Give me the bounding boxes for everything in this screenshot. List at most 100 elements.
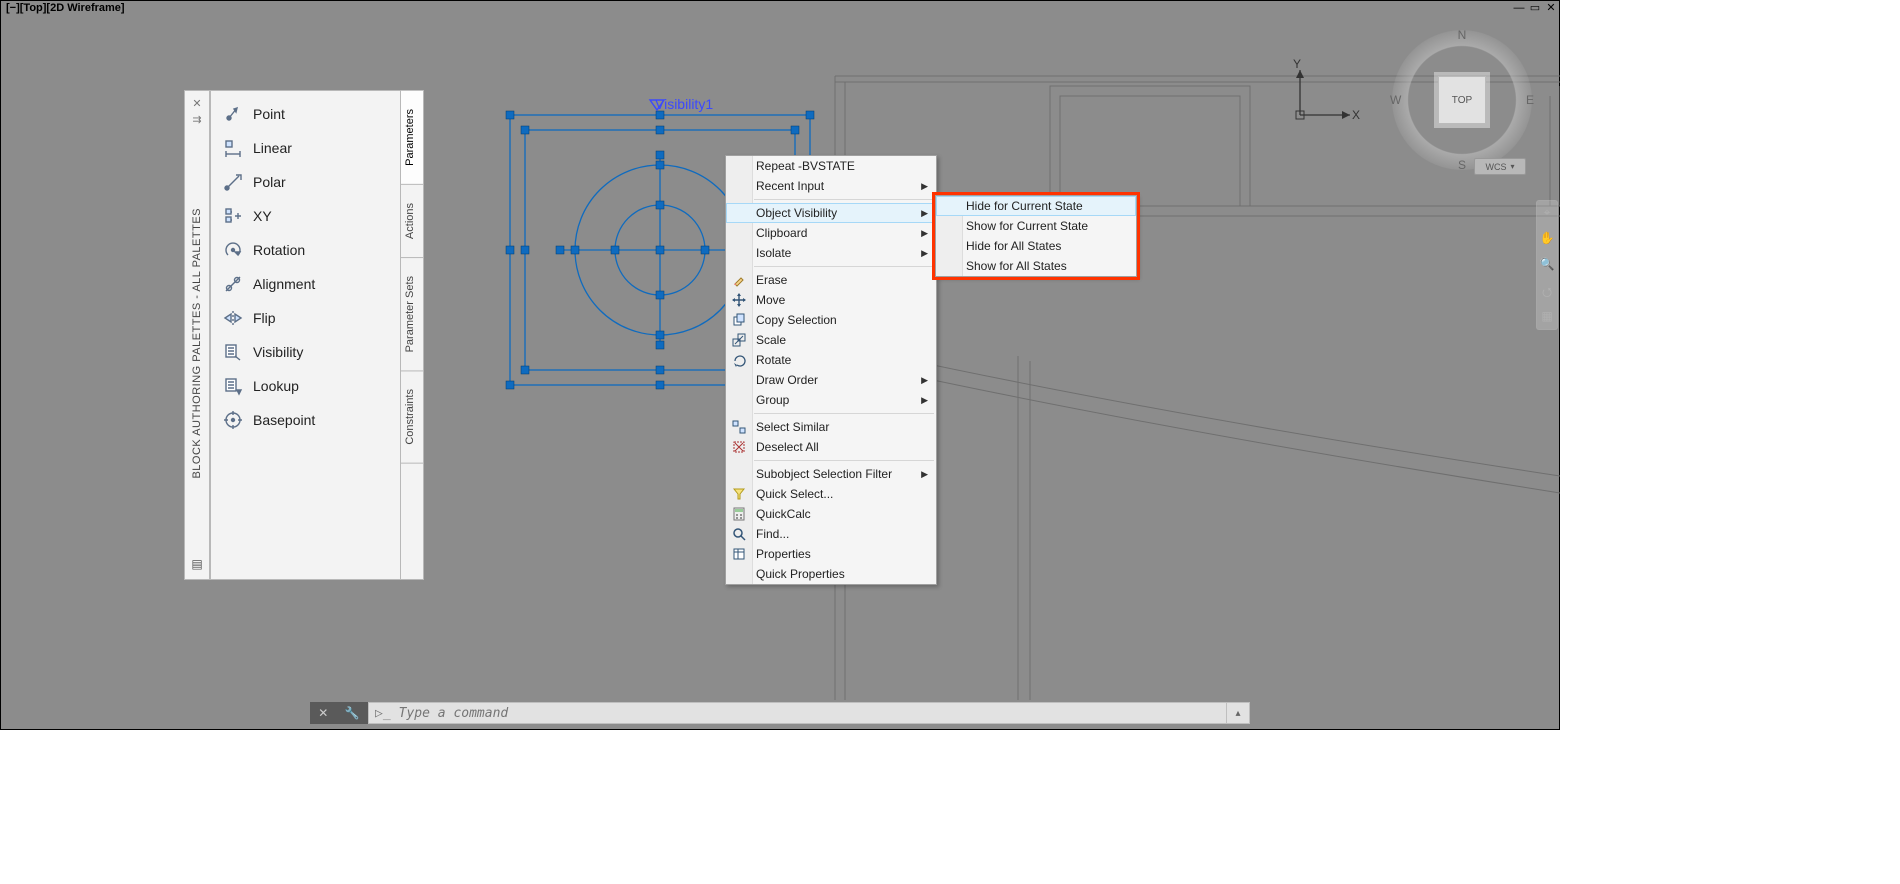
viewport-label[interactable]: [−][Top][2D Wireframe] (2, 2, 125, 14)
grip[interactable] (656, 381, 664, 389)
grip[interactable] (571, 246, 579, 254)
menu-item-copy-selection[interactable]: Copy Selection (726, 310, 936, 330)
grip[interactable] (806, 111, 814, 119)
palette-tab-actions[interactable]: Actions (401, 185, 423, 258)
menu-item-rotate[interactable]: Rotate (726, 350, 936, 370)
palette-handle[interactable]: ✕ ⇉ BLOCK AUTHORING PALETTES - ALL PALET… (184, 90, 210, 580)
submenu-item-hide-for-current-state[interactable]: Hide for Current State (936, 196, 1136, 216)
menu-item-move[interactable]: Move (726, 290, 936, 310)
grip[interactable] (656, 246, 664, 254)
viewcube-east[interactable]: E (1526, 93, 1534, 107)
command-input[interactable] (397, 705, 1220, 722)
menu-item-recent-input[interactable]: Recent Input▶ (726, 176, 936, 196)
linear-icon (223, 138, 243, 158)
menu-item-quickcalc[interactable]: QuickCalc (726, 504, 936, 524)
palette-item-polar[interactable]: Polar (215, 165, 396, 199)
grip[interactable] (521, 366, 529, 374)
move-icon (731, 292, 747, 308)
menu-item-quick-select[interactable]: Quick Select... (726, 484, 936, 504)
grip[interactable] (611, 246, 619, 254)
close-button[interactable]: ✕ (1544, 2, 1558, 14)
grip[interactable] (656, 161, 664, 169)
viewcube-north[interactable]: N (1458, 28, 1467, 42)
menu-item-erase[interactable]: Erase (726, 270, 936, 290)
nav-fullnav-icon[interactable]: ⌖ (1539, 205, 1555, 221)
submenu-item-show-for-all-states[interactable]: Show for All States (936, 256, 1136, 276)
submenu-item-show-for-current-state[interactable]: Show for Current State (936, 216, 1136, 236)
grip[interactable] (506, 111, 514, 119)
palette-item-alignment[interactable]: Alignment (215, 267, 396, 301)
submenu-arrow-icon: ▶ (921, 223, 928, 243)
menu-item-deselect-all[interactable]: Deselect All (726, 437, 936, 457)
ucs-icon[interactable]: X Y (1290, 65, 1360, 138)
maximize-button[interactable]: ▭ (1528, 2, 1542, 14)
grip[interactable] (656, 201, 664, 209)
grip[interactable] (506, 246, 514, 254)
menu-item-scale[interactable]: Scale (726, 330, 936, 350)
menu-item-clipboard[interactable]: Clipboard▶ (726, 223, 936, 243)
palette-item-point[interactable]: Point (215, 97, 396, 131)
wcs-dropdown[interactable]: WCS (1474, 158, 1526, 175)
grip[interactable] (521, 246, 529, 254)
command-close-icon[interactable]: ✕ (318, 706, 328, 720)
nav-orbit-icon[interactable]: ⭯ (1539, 283, 1555, 299)
palette-item-flip[interactable]: Flip (215, 301, 396, 335)
nav-showmotion-icon[interactable]: ▦ (1539, 309, 1555, 325)
menu-item-select-similar[interactable]: Select Similar (726, 417, 936, 437)
viewcube-south[interactable]: S (1458, 158, 1466, 172)
viewcube-west[interactable]: W (1390, 93, 1401, 107)
viewcube-face-top[interactable]: TOP (1438, 76, 1486, 124)
grip[interactable] (791, 126, 799, 134)
palette-close-icon[interactable]: ✕ (190, 97, 204, 111)
submenu-arrow-icon: ▶ (921, 176, 928, 196)
context-menu: Repeat -BVSTATERecent Input▶ Object Visib… (725, 155, 937, 585)
palette-tab-parameter-sets[interactable]: Parameter Sets (401, 258, 423, 371)
grip[interactable] (656, 126, 664, 134)
palette-item-linear[interactable]: Linear (215, 131, 396, 165)
grip[interactable] (521, 126, 529, 134)
command-customize-icon[interactable]: 🔧 (345, 706, 360, 720)
ucs-y-label: Y (1293, 57, 1301, 71)
grip[interactable] (556, 246, 564, 254)
grip[interactable] (656, 151, 664, 159)
palette-item-lookup[interactable]: Lookup (215, 369, 396, 403)
palette-item-basepoint[interactable]: Basepoint (215, 403, 396, 437)
palette-item-visibility[interactable]: Visibility (215, 335, 396, 369)
menu-item-repeat-bvstate[interactable]: Repeat -BVSTATE (726, 156, 936, 176)
grip[interactable] (656, 366, 664, 374)
command-recent-button[interactable]: ▴ (1227, 702, 1250, 724)
grip[interactable] (701, 246, 709, 254)
menu-item-subobject-selection-filter[interactable]: Subobject Selection Filter▶ (726, 464, 936, 484)
menu-item-find[interactable]: Find... (726, 524, 936, 544)
palette-tab-parameters[interactable]: Parameters (401, 91, 423, 185)
visibility-parameter-label[interactable]: Visibility1 (655, 96, 713, 112)
palette-options-icon[interactable]: ▤ (191, 557, 202, 571)
menu-item-properties[interactable]: Properties (726, 544, 936, 564)
xy-icon (223, 206, 243, 226)
minimize-button[interactable]: — (1512, 2, 1526, 14)
palette-tab-constraints[interactable]: Constraints (401, 371, 423, 464)
palette-item-rotation[interactable]: Rotation (215, 233, 396, 267)
viewcube[interactable]: N S E W TOP (1392, 30, 1532, 170)
nav-pan-icon[interactable]: ✋ (1539, 231, 1555, 247)
submenu-item-hide-for-all-states[interactable]: Hide for All States (936, 236, 1136, 256)
grip[interactable] (656, 291, 664, 299)
context-submenu-object-visibility: Hide for Current StateShow for Current S… (935, 195, 1137, 277)
menu-item-quick-properties[interactable]: Quick Properties (726, 564, 936, 584)
basepoint-icon (223, 410, 243, 430)
menu-item-draw-order[interactable]: Draw Order▶ (726, 370, 936, 390)
grip[interactable] (506, 381, 514, 389)
menu-item-isolate[interactable]: Isolate▶ (726, 243, 936, 263)
menu-item-group[interactable]: Group▶ (726, 390, 936, 410)
menu-item-object-visibility[interactable]: Object Visibility▶ (726, 203, 936, 223)
grip[interactable] (656, 341, 664, 349)
palette-item-xy[interactable]: XY (215, 199, 396, 233)
grip[interactable] (656, 331, 664, 339)
window-controls: — ▭ ✕ (1512, 2, 1558, 14)
nav-zoom-icon[interactable]: 🔍 (1539, 257, 1555, 273)
palette-pin-icon[interactable]: ⇉ (190, 113, 204, 127)
palette-tabs: ParametersActionsParameter SetsConstrain… (400, 91, 423, 579)
ucs-x-label: X (1352, 108, 1360, 122)
submenu-arrow-icon: ▶ (921, 390, 928, 410)
palette-title: BLOCK AUTHORING PALETTES - ALL PALETTES (191, 208, 203, 479)
